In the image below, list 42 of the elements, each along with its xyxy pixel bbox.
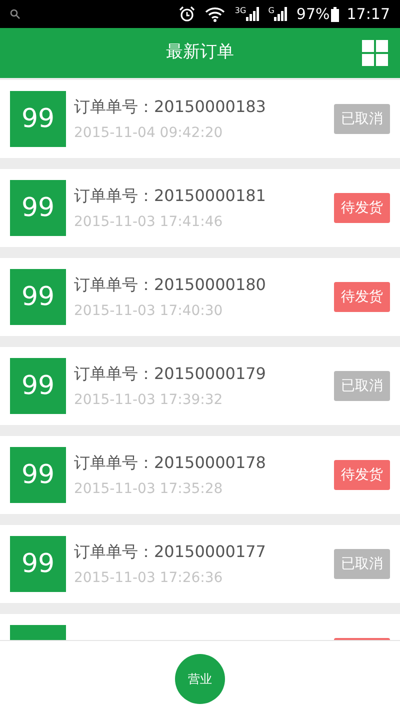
order-row[interactable]: 99 订单单号：20150000180 2015-11-03 17:40:30 待发货 — [0, 258, 400, 336]
alarm-icon — [178, 6, 195, 22]
order-number: 订单单号：20150000181 — [74, 184, 267, 206]
order-row[interactable]: 99 订单单号：20150000179 2015-11-03 17:39:32 已取消 — [0, 347, 400, 425]
status-badge: 待发货 — [334, 282, 390, 312]
order-time: 2015-11-03 17:41:46 — [74, 212, 224, 232]
order-number: 订单单号：20150000180 — [74, 274, 267, 296]
order-time: 2015-11-03 17:35:28 — [74, 480, 224, 498]
order-number: 订单单号：20150000183 — [74, 96, 267, 118]
status-badge: 已取消 — [334, 549, 390, 579]
order-count: 99 — [10, 91, 66, 147]
order-number: 订单单号：20150000179 — [74, 362, 267, 384]
grid-menu-button[interactable] — [362, 40, 388, 66]
order-time: 2015-11-04 09:42:20 — [74, 124, 224, 142]
order-count: 99 — [10, 447, 66, 503]
status-badge: 待发货 — [334, 460, 390, 490]
network-label: G — [268, 5, 274, 17]
order-row[interactable]: 99 订单单号：20150000177 2015-11-03 17:26:36 已取消 — [0, 525, 400, 603]
battery-percent: 97% — [296, 4, 330, 25]
status-badge: 已取消 — [334, 104, 390, 134]
order-number: 订单单号：20150000177 — [74, 540, 267, 562]
clock: 17:17 — [346, 4, 390, 25]
search-icon — [10, 9, 20, 19]
network-label: 3G — [234, 5, 246, 17]
order-time: 2015-11-03 17:26:36 — [74, 568, 224, 588]
order-time: 2015-11-03 17:39:32 — [74, 390, 224, 410]
order-time: 2015-11-03 17:40:30 — [74, 302, 224, 320]
status-badge: 待发货 — [334, 193, 390, 223]
order-number: 订单单号：20150000178 — [74, 452, 267, 474]
wifi-icon — [204, 6, 225, 22]
status-badge: 已取消 — [334, 371, 390, 401]
order-row[interactable]: 99 订单单号：20150000181 2015-11-03 17:41:46 待发货 — [0, 169, 400, 247]
order-row[interactable]: 99 订单单号：20150000183 2015-11-04 09:42:20 已取消 — [0, 80, 400, 158]
battery-icon — [330, 6, 339, 22]
signal-icon — [274, 7, 288, 21]
header-title: 最新订单 — [166, 41, 234, 64]
signal-icon — [246, 7, 260, 21]
order-count: 99 — [10, 269, 66, 325]
order-count: 99 — [10, 180, 66, 236]
order-count: 99 — [10, 358, 66, 414]
order-row[interactable]: 99 订单单号：20150000178 2015-11-03 17:35:28 待发货 — [0, 436, 400, 514]
order-count: 99 — [10, 536, 66, 592]
